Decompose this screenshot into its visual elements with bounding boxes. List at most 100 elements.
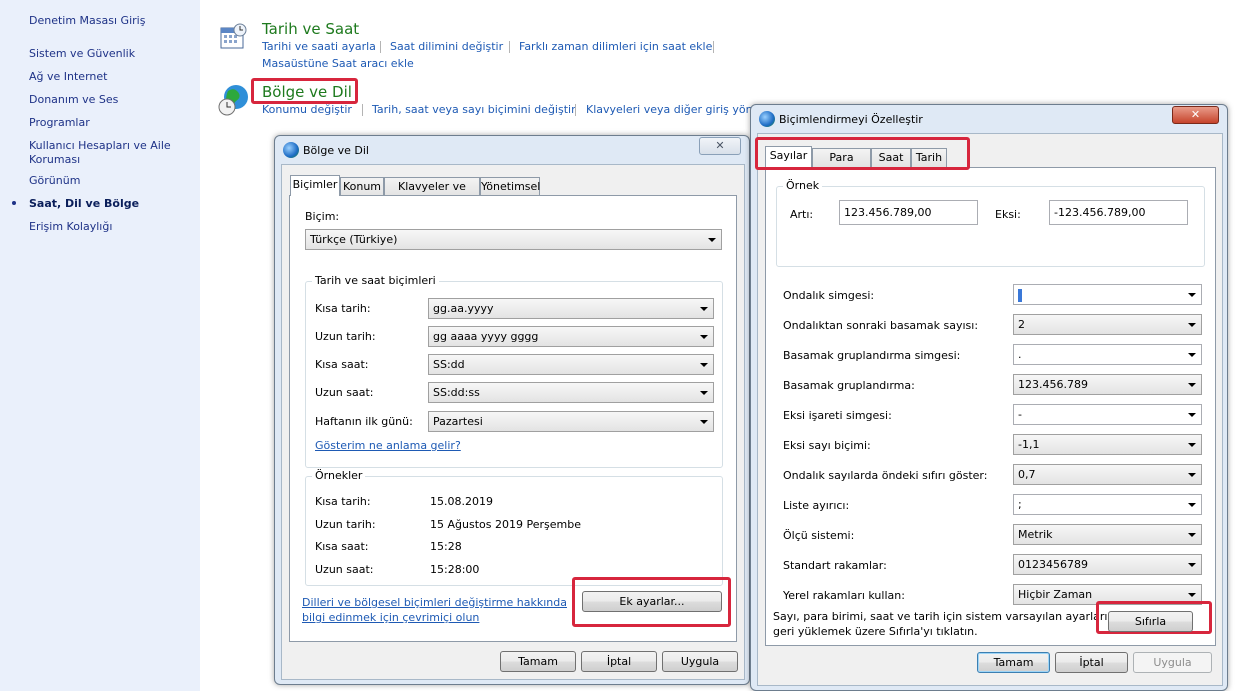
tab-formats[interactable]: Biçimler bbox=[290, 175, 340, 196]
format-label: Biçim: bbox=[305, 210, 340, 223]
short-time-select[interactable]: SS:dd bbox=[428, 354, 714, 375]
measurement-system-value: Metrik bbox=[1018, 528, 1053, 541]
example-long-date-value: 15 Ağustos 2019 Perşembe bbox=[430, 518, 581, 531]
tab-currency[interactable]: Para Birimi bbox=[812, 148, 871, 181]
chevron-down-icon bbox=[1188, 323, 1196, 327]
notation-help-link[interactable]: Gösterim ne anlama gelir? bbox=[315, 439, 461, 452]
link-separator bbox=[509, 41, 510, 53]
datetime-formats-group: Tarih ve saat biçimleri Kısa tarih: gg.a… bbox=[305, 274, 723, 468]
apply-button: Uygula bbox=[1133, 652, 1212, 673]
close-button[interactable]: ✕ bbox=[699, 137, 741, 155]
chevron-down-icon bbox=[700, 307, 708, 311]
sidebar-item-network[interactable]: Ağ ve Internet bbox=[29, 70, 189, 84]
chevron-down-icon bbox=[1188, 563, 1196, 567]
dialog-titlebar[interactable]: Bölge ve Dil ✕ bbox=[275, 136, 749, 164]
online-info-link-line1[interactable]: Dilleri ve bölgesel biçimleri değiştirme… bbox=[302, 596, 567, 609]
example-long-date-label: Uzun tarih: bbox=[315, 518, 376, 531]
negative-format-value: -1,1 bbox=[1018, 438, 1040, 451]
sidebar-item-programs[interactable]: Programlar bbox=[29, 116, 189, 130]
decimal-symbol-combo[interactable] bbox=[1013, 284, 1202, 305]
text-cursor bbox=[1018, 288, 1022, 302]
sidebar-item-ease-of-access[interactable]: Erişim Kolaylığı bbox=[29, 220, 189, 234]
examples-legend: Örnekler bbox=[312, 469, 366, 482]
chevron-down-icon bbox=[708, 238, 716, 242]
tab-location[interactable]: Konum bbox=[340, 177, 384, 196]
sidebar-item-system-security[interactable]: Sistem ve Güvenlik bbox=[29, 47, 189, 61]
example-short-date-label: Kısa tarih: bbox=[315, 495, 371, 508]
apply-button[interactable]: Uygula bbox=[662, 651, 738, 672]
tab-numbers[interactable]: Sayılar bbox=[765, 146, 812, 167]
chevron-down-icon bbox=[700, 420, 708, 424]
dialog-body: Biçimler Konum Klavyeler ve Diller Yönet… bbox=[281, 164, 745, 680]
native-digits-value: Hiçbir Zaman bbox=[1018, 588, 1093, 601]
example-long-time-value: 15:28:00 bbox=[430, 563, 480, 576]
change-formats-link[interactable]: Tarih, saat veya sayı biçimini değiştir bbox=[372, 103, 576, 116]
leading-zero-select[interactable]: 0,7 bbox=[1013, 464, 1202, 485]
sidebar-item-home[interactable]: Denetim Masası Giriş bbox=[29, 14, 189, 28]
first-day-label: Haftanın ilk günü: bbox=[315, 415, 413, 428]
sidebar-item-hardware-sound[interactable]: Donanım ve Ses bbox=[29, 93, 189, 107]
set-date-time-link[interactable]: Tarihi ve saati ayarla bbox=[262, 40, 376, 53]
measurement-system-select[interactable]: Metrik bbox=[1013, 524, 1202, 545]
reset-button[interactable]: Sıfırla bbox=[1108, 611, 1193, 632]
reset-note-line1: Sayı, para birimi, saat ve tarih için si… bbox=[773, 610, 1118, 623]
datetime-section-title[interactable]: Tarih ve Saat bbox=[262, 20, 359, 38]
tab-keyboards[interactable]: Klavyeler ve Diller bbox=[384, 177, 480, 210]
add-clocks-link[interactable]: Farklı zaman dilimleri için saat ekle bbox=[519, 40, 712, 53]
add-clock-gadget-link[interactable]: Masaüstüne Saat aracı ekle bbox=[262, 57, 414, 70]
digit-grouping-label: Basamak gruplandırma: bbox=[783, 379, 915, 392]
chevron-down-icon bbox=[1188, 503, 1196, 507]
ok-button[interactable]: Tamam bbox=[977, 652, 1050, 673]
leading-zero-value: 0,7 bbox=[1018, 468, 1036, 481]
first-day-select[interactable]: Pazartesi bbox=[428, 411, 714, 432]
standard-digits-select[interactable]: 0123456789 bbox=[1013, 554, 1202, 575]
sidebar-item-appearance[interactable]: Görünüm bbox=[29, 174, 189, 188]
online-info-link-line2[interactable]: bilgi edinmek için çevrimiçi olun bbox=[302, 611, 479, 624]
negative-format-select[interactable]: -1,1 bbox=[1013, 434, 1202, 455]
tab-time[interactable]: Saat bbox=[871, 148, 911, 167]
dialog-title: Bölge ve Dil bbox=[303, 144, 369, 157]
close-button[interactable]: ✕ bbox=[1172, 106, 1219, 124]
format-select[interactable]: Türkçe (Türkiye) bbox=[305, 229, 722, 250]
cancel-button[interactable]: İptal bbox=[581, 651, 657, 672]
numbers-panel: Örnek Artı: 123.456.789,00 Eksi: -123.45… bbox=[765, 167, 1216, 646]
grouping-symbol-value: . bbox=[1018, 348, 1022, 361]
reset-note-line2: geri yüklemek üzere Sıfırla'yı tıklatın. bbox=[773, 625, 978, 638]
dialog-titlebar[interactable]: Biçimlendirmeyi Özelleştir ✕ bbox=[751, 105, 1227, 133]
first-day-value: Pazartesi bbox=[433, 415, 483, 428]
negative-example-field: -123.456.789,00 bbox=[1049, 200, 1188, 225]
positive-label: Artı: bbox=[790, 208, 814, 221]
grouping-symbol-combo[interactable]: . bbox=[1013, 344, 1202, 365]
ok-button[interactable]: Tamam bbox=[500, 651, 576, 672]
tab-date[interactable]: Tarih bbox=[911, 148, 947, 167]
region-section-title[interactable]: Bölge ve Dil bbox=[262, 83, 352, 101]
example-short-time-label: Kısa saat: bbox=[315, 540, 369, 553]
long-date-select[interactable]: gg aaaa yyyy gggg bbox=[428, 326, 714, 347]
list-separator-label: Liste ayırıcı: bbox=[783, 499, 850, 512]
short-date-label: Kısa tarih: bbox=[315, 302, 371, 315]
short-date-select[interactable]: gg.aa.yyyy bbox=[428, 298, 714, 319]
change-location-link[interactable]: Konumu değiştir bbox=[262, 103, 352, 116]
decimal-symbol-label: Ondalık simgesi: bbox=[783, 289, 875, 302]
change-keyboards-link[interactable]: Klavyeleri veya diğer giriş yönte bbox=[586, 103, 764, 116]
chevron-down-icon bbox=[1188, 353, 1196, 357]
list-separator-combo[interactable]: ; bbox=[1013, 494, 1202, 515]
change-timezone-link[interactable]: Saat dilimini değiştir bbox=[390, 40, 503, 53]
long-date-label: Uzun tarih: bbox=[315, 330, 376, 343]
format-value: Türkçe (Türkiye) bbox=[310, 233, 398, 246]
tab-administrative[interactable]: Yönetimsel bbox=[480, 177, 540, 196]
decimal-digits-select[interactable]: 2 bbox=[1013, 314, 1202, 335]
example-short-date-value: 15.08.2019 bbox=[430, 495, 493, 508]
native-digits-select[interactable]: Hiçbir Zaman bbox=[1013, 584, 1202, 605]
chevron-down-icon bbox=[700, 363, 708, 367]
cancel-button[interactable]: İptal bbox=[1055, 652, 1128, 673]
additional-settings-button[interactable]: Ek ayarlar... bbox=[582, 591, 722, 612]
digit-grouping-select[interactable]: 123.456.789 bbox=[1013, 374, 1202, 395]
grouping-symbol-label: Basamak gruplandırma simgesi: bbox=[783, 349, 961, 362]
negative-sign-combo[interactable]: - bbox=[1013, 404, 1202, 425]
sidebar-item-clock-language-region[interactable]: Saat, Dil ve Bölge bbox=[29, 197, 189, 211]
control-panel-sidebar: Denetim Masası Giriş Sistem ve Güvenlik … bbox=[0, 0, 200, 691]
long-time-select[interactable]: SS:dd:ss bbox=[428, 382, 714, 403]
sidebar-item-user-accounts[interactable]: Kullanıcı Hesapları ve Aile Koruması bbox=[29, 139, 179, 167]
globe-clock-icon bbox=[218, 85, 248, 116]
